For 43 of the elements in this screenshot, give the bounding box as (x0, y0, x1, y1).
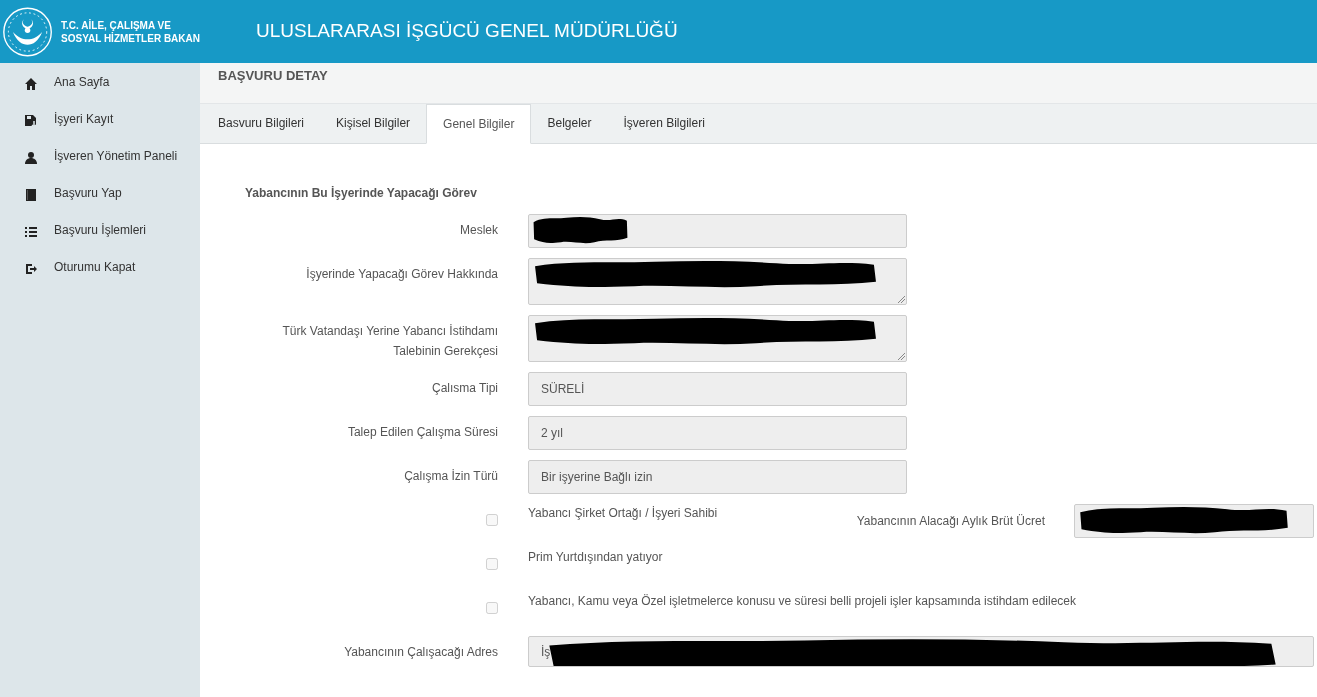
sidebar-item[interactable]: İşveren Yönetim Paneli (0, 145, 200, 182)
user-icon (24, 151, 38, 165)
input-field[interactable]: İş (528, 636, 1314, 667)
input-field[interactable] (528, 214, 907, 248)
resize-grip-icon (898, 296, 905, 303)
sidebar-item[interactable]: Oturumu Kapat (0, 256, 200, 293)
checkbox-label: Yabancı, Kamu veya Özel işletmelerce konusu ve süresi belli projeli işler kapsamında istihdam edilecek (528, 593, 1077, 610)
sidebar-item[interactable]: Ana Sayfa (0, 71, 200, 108)
field-label: Çalışma İzin Türü (403, 468, 498, 485)
page-title: BAŞVURU DETAY (218, 67, 328, 86)
tab[interactable]: Genel Bilgiler (426, 104, 532, 144)
logo-text: T.C. AİLE, ÇALIŞMA VE (61, 18, 172, 32)
tab[interactable]: Kişisel Bilgiler (320, 103, 427, 143)
input-field[interactable]: SÜRELİ (528, 372, 907, 406)
field-label: Meslek (459, 222, 498, 239)
field-label: Türk Vatandaşı Yerine Yabancı İstihdamı Talebinin Gerekçesi (281, 323, 498, 360)
sidebar-item[interactable]: Başvuru İşlemleri (0, 219, 200, 256)
tab[interactable]: İşveren Bilgileri (607, 103, 721, 143)
tab[interactable]: Basvuru Bilgileri (202, 103, 321, 143)
logout-icon (24, 262, 38, 276)
section-heading: Yabancının Bu İşyerinde Yapacağı Görev (245, 185, 478, 202)
text-area[interactable] (528, 315, 907, 362)
field-label: Yabancının Çalışacağı Adres (343, 644, 498, 661)
text-area[interactable] (528, 258, 907, 305)
tab[interactable]: Belgeler (531, 103, 608, 143)
field-label: Talep Edilen Çalışma Süresi (346, 424, 498, 441)
book-icon (24, 188, 38, 202)
save-icon (24, 114, 38, 128)
sidebar-item[interactable]: İşyeri Kayıt (0, 108, 200, 145)
sidebar-item[interactable]: Başvuru Yap (0, 182, 200, 219)
page-header-title: ULUSLARARASI İŞGÜCÜ GENEL MÜDÜRLÜĞÜ (256, 19, 678, 44)
input-field[interactable]: Bir işyerine Bağlı izin (528, 460, 907, 494)
home-icon (24, 77, 38, 91)
field-label: Yabancının Alacağı Aylık Brüt Ücret (855, 513, 1045, 530)
field-label: Çalısma Tipi (430, 380, 498, 397)
list-icon (24, 225, 38, 239)
checkbox-label: Prim Yurtdışından yatıyor (528, 549, 663, 566)
field-label: İşyerinde Yapacağı Görev Hakkında (305, 266, 498, 283)
input-field[interactable] (1074, 504, 1314, 538)
logo-text: SOSYAL HİZMETLER BAKAN (61, 31, 200, 45)
checkbox-label: Yabancı Şirket Ortağı / İşyeri Sahibi (528, 505, 719, 522)
resize-grip-icon (898, 353, 905, 360)
input-field[interactable]: 2 yıl (528, 416, 907, 450)
